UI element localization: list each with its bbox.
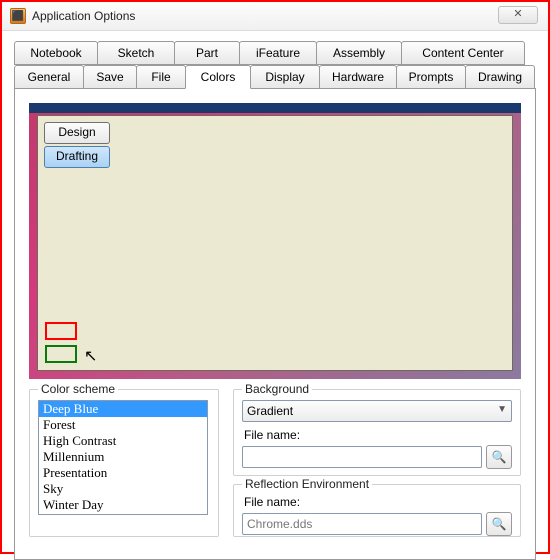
list-item[interactable]: Millennium: [39, 449, 207, 465]
design-button[interactable]: Design: [44, 122, 110, 144]
drafting-button[interactable]: Drafting: [44, 146, 110, 168]
tab-drawing[interactable]: Drawing: [465, 65, 535, 89]
titlebar: ⬛ Application Options ✕: [2, 2, 548, 31]
list-item[interactable]: Deep Blue: [39, 401, 207, 417]
bg-browse-button[interactable]: 🔍: [486, 445, 512, 469]
refl-filename-label: File name:: [244, 495, 512, 509]
tab-part[interactable]: Part: [174, 41, 240, 65]
refl-filename-input[interactable]: Chrome.dds: [242, 513, 482, 535]
tabstrip: NotebookSketchPartiFeatureAssemblyConten…: [14, 41, 536, 89]
tab-content-center[interactable]: Content Center: [401, 41, 525, 65]
color-scheme-group: Color scheme Deep BlueForestHigh Contras…: [29, 389, 219, 537]
app-icon: ⬛: [10, 8, 26, 24]
tab-sketch[interactable]: Sketch: [97, 41, 175, 65]
tab-ifeature[interactable]: iFeature: [239, 41, 317, 65]
bg-filename-label: File name:: [244, 428, 512, 442]
tab-general[interactable]: General: [14, 65, 84, 89]
list-item[interactable]: Winter Day: [39, 497, 207, 513]
tab-display[interactable]: Display: [250, 65, 320, 89]
chevron-down-icon: ▼: [497, 404, 507, 415]
list-item[interactable]: High Contrast: [39, 433, 207, 449]
list-item[interactable]: Forest: [39, 417, 207, 433]
color-preview: Design Drafting ↖: [29, 103, 521, 379]
magnifier-icon: 🔍: [492, 450, 507, 464]
window-title: Application Options: [32, 9, 135, 23]
list-item[interactable]: Sky: [39, 481, 207, 497]
background-label: Background: [242, 382, 312, 396]
refl-browse-button[interactable]: 🔍: [486, 512, 512, 536]
reflection-group: Reflection Environment File name: Chrome…: [233, 484, 521, 537]
background-combo[interactable]: Gradient ▼: [242, 400, 512, 422]
bg-filename-input[interactable]: [242, 446, 482, 468]
tab-colors[interactable]: Colors: [185, 65, 251, 89]
color-scheme-list[interactable]: Deep BlueForestHigh ContrastMillenniumPr…: [38, 400, 208, 515]
tab-file[interactable]: File: [136, 65, 186, 89]
tab-prompts[interactable]: Prompts: [396, 65, 466, 89]
magnifier-icon: 🔍: [492, 517, 507, 531]
color-scheme-label: Color scheme: [38, 382, 118, 396]
preview-canvas: Design Drafting ↖: [37, 115, 513, 371]
cursor-icon: ↖: [84, 349, 97, 365]
background-group: Background Gradient ▼ File name: 🔍: [233, 389, 521, 476]
swatch-red[interactable]: [45, 322, 77, 340]
tab-save[interactable]: Save: [83, 65, 137, 89]
close-button[interactable]: ✕: [498, 6, 538, 24]
background-combo-value: Gradient: [247, 404, 293, 418]
tab-notebook[interactable]: Notebook: [14, 41, 98, 65]
swatch-green[interactable]: [45, 345, 77, 363]
tab-hardware[interactable]: Hardware: [319, 65, 397, 89]
reflection-label: Reflection Environment: [242, 477, 372, 491]
list-item[interactable]: Presentation: [39, 465, 207, 481]
tab-assembly[interactable]: Assembly: [316, 41, 402, 65]
colors-panel: Design Drafting ↖ Color scheme Deep Blue…: [14, 88, 536, 560]
